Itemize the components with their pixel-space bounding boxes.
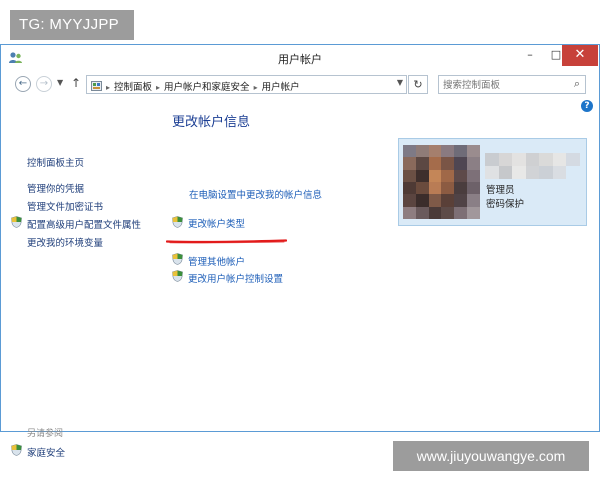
address-row: ← → ▼ ↑ ▸控制面板▸用户帐户和家庭安全▸用户帐户 ▼ ↻ ⌕ xyxy=(1,73,599,97)
sidebar-control-panel-home[interactable]: 控制面板主页 xyxy=(27,155,84,169)
search-icon[interactable]: ⌕ xyxy=(574,77,580,91)
shield-icon xyxy=(172,270,183,282)
search-input[interactable] xyxy=(443,78,563,92)
sidebar-change-env-variables[interactable]: 更改我的环境变量 xyxy=(27,235,103,249)
sidebar-manage-credentials[interactable]: 管理你的凭据 xyxy=(27,181,84,195)
close-button[interactable]: ✕ xyxy=(562,45,598,66)
sidebar-advanced-profile-properties[interactable]: 配置高级用户配置文件属性 xyxy=(27,217,141,231)
control-panel-icon xyxy=(91,81,102,91)
up-arrow-icon[interactable]: ↑ xyxy=(71,76,81,90)
address-dropdown-chevron-icon[interactable]: ▼ xyxy=(397,78,403,87)
search-box[interactable]: ⌕ xyxy=(438,75,586,94)
refresh-icon[interactable]: ↻ xyxy=(408,75,428,94)
uac-settings-link[interactable]: 更改用户帐户控制设置 xyxy=(188,271,283,285)
recent-pages-chevron-icon[interactable]: ▼ xyxy=(57,78,63,87)
breadcrumb-control-panel[interactable]: 控制面板 xyxy=(114,82,152,93)
breadcrumb-separator-icon: ▸ xyxy=(253,83,258,92)
breadcrumb-separator-icon: ▸ xyxy=(156,83,161,92)
see-also-label: 另请参阅 xyxy=(27,429,64,439)
address-bar[interactable]: ▸ 控制面板 ▸ 用户帐户和家庭安全 ▸ 用户帐户 ▼ xyxy=(86,75,407,94)
pc-settings-link[interactable]: 在电脑设置中更改我的帐户信息 xyxy=(189,187,322,201)
website-watermark: www.jiuyouwangye.com xyxy=(393,441,589,471)
account-card: 管理员 密码保护 xyxy=(398,138,587,226)
sidebar: 控制面板主页 管理你的凭据 管理文件加密证书 配置高级用户配置文件属性 更改我的… xyxy=(1,99,161,459)
shield-icon xyxy=(172,216,183,228)
username-redacted xyxy=(485,153,580,179)
minimize-button[interactable]: – xyxy=(517,45,543,66)
window-title: 用户帐户 xyxy=(278,53,322,66)
account-type-label: 管理员 xyxy=(486,185,515,196)
change-account-type-link[interactable]: 更改帐户类型 xyxy=(188,216,245,230)
sidebar-manage-encryption-certs[interactable]: 管理文件加密证书 xyxy=(27,199,103,213)
shield-icon xyxy=(11,444,22,456)
breadcrumb-user-accounts-family[interactable]: 用户帐户和家庭安全 xyxy=(164,82,250,93)
manage-other-accounts-link[interactable]: 管理其他帐户 xyxy=(188,254,245,268)
breadcrumb-user-accounts[interactable]: 用户帐户 xyxy=(262,82,300,93)
sidebar-family-safety[interactable]: 家庭安全 xyxy=(27,445,65,459)
shield-icon xyxy=(172,253,183,265)
tg-tag-overlay: TG: MYYJJPP xyxy=(10,10,134,40)
avatar xyxy=(403,145,480,219)
breadcrumb-separator-icon: ▸ xyxy=(106,83,111,92)
title-bar: 用户帐户 – □ ✕ xyxy=(1,45,599,72)
forward-arrow-icon[interactable]: → xyxy=(36,76,52,92)
page-title: 更改帐户信息 xyxy=(172,115,251,130)
password-status-label: 密码保护 xyxy=(486,199,525,210)
screenshot-stage: TG: MYYJJPP 用户帐户 – □ ✕ ← → ▼ ↑ ▸ 控制面板 ▸ … xyxy=(0,0,600,480)
back-arrow-icon[interactable]: ← xyxy=(15,76,31,92)
red-underline-annotation xyxy=(166,239,287,244)
shield-icon xyxy=(11,216,22,228)
control-panel-window: 用户帐户 – □ ✕ ← → ▼ ↑ ▸ 控制面板 ▸ 用户帐户和家庭安全 ▸ 用户帐户 … xyxy=(0,44,600,459)
